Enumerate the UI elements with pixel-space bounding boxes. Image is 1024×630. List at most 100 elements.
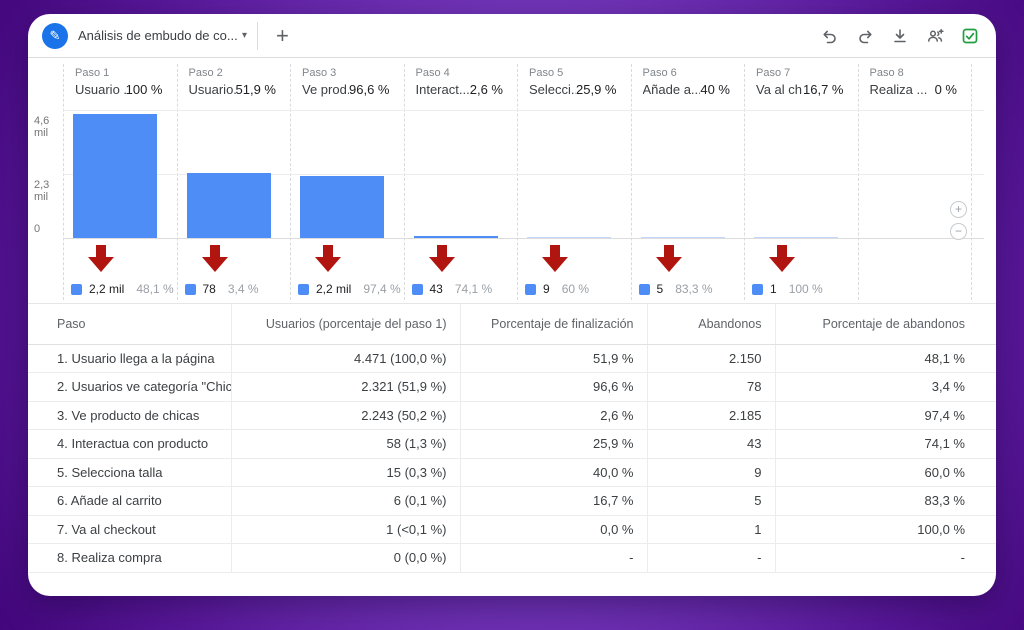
- value-cell: 5: [647, 487, 775, 516]
- value-cell: 4.471 (100,0 %): [231, 344, 460, 373]
- value-cell: 74,1 %: [775, 430, 996, 459]
- funnel-chart: 4,6 mil 2,3 mil 0 Paso 1Usuario ...100 %…: [28, 58, 996, 304]
- step-name: Añade a...: [643, 82, 701, 97]
- redo-icon[interactable]: [853, 24, 877, 48]
- step-label: Paso 7: [756, 67, 844, 79]
- step-cell: 4. Interactua con producto: [28, 430, 231, 459]
- funnel-step-header[interactable]: Paso 8Realiza ...0 %: [858, 58, 972, 104]
- step-completion-rate: 40 %: [700, 82, 730, 97]
- download-icon[interactable]: [888, 24, 912, 48]
- funnel-table: PasoUsuarios (porcentaje del paso 1)Porc…: [28, 304, 996, 573]
- abandon-count: 2,2 mil: [89, 282, 124, 296]
- report-tab[interactable]: ✎ Análisis de embudo de co... ▾: [28, 14, 257, 57]
- gridline-baseline: [63, 238, 984, 239]
- legend-swatch: [71, 284, 82, 295]
- value-cell: 60,0 %: [775, 458, 996, 487]
- funnel-table-section: PasoUsuarios (porcentaje del paso 1)Porc…: [28, 304, 996, 573]
- value-cell: 25,9 %: [460, 430, 647, 459]
- app-window: ✎ Análisis de embudo de co... ▾ +: [28, 14, 996, 596]
- table-row[interactable]: 2. Usuarios ve categoría "Chicas"2.321 (…: [28, 373, 996, 402]
- y-axis-tick: 0: [34, 223, 64, 235]
- funnel-bar[interactable]: [73, 114, 157, 238]
- tab-title: Análisis de embudo de co...: [78, 28, 228, 43]
- value-cell: 2.321 (51,9 %): [231, 373, 460, 402]
- step-label: Paso 5: [529, 67, 617, 79]
- table-row[interactable]: 3. Ve producto de chicas2.243 (50,2 %)2,…: [28, 401, 996, 430]
- zoom-out-icon[interactable]: −: [950, 223, 967, 240]
- funnel-step-header[interactable]: Paso 3Ve prod...96,6 %: [290, 58, 404, 104]
- abandon-arrow-icon: [542, 245, 568, 272]
- abandon-legend: 2,2 mil97,4 %: [298, 282, 401, 296]
- funnel-step-header[interactable]: Paso 1Usuario ...100 %: [63, 58, 177, 104]
- table-column-header: Paso: [28, 304, 231, 344]
- table-row[interactable]: 5. Selecciona talla15 (0,3 %)40,0 %960,0…: [28, 458, 996, 487]
- value-cell: 6 (0,1 %): [231, 487, 460, 516]
- funnel-step-header[interactable]: Paso 5 Selecci...25,9 %: [517, 58, 631, 104]
- value-cell: 1 (<0,1 %): [231, 515, 460, 544]
- legend-swatch: [412, 284, 423, 295]
- funnel-bar[interactable]: [187, 173, 271, 238]
- saved-check-icon[interactable]: [958, 24, 982, 48]
- abandon-legend: 1 100 %: [752, 282, 823, 296]
- share-users-icon[interactable]: [923, 24, 947, 48]
- value-cell: 51,9 %: [460, 344, 647, 373]
- toolbar: [818, 24, 996, 48]
- edit-icon: ✎: [42, 23, 68, 49]
- abandon-legend: 43 74,1 %: [412, 282, 493, 296]
- funnel-bar[interactable]: [414, 236, 498, 238]
- legend-swatch: [639, 284, 650, 295]
- value-cell: -: [775, 544, 996, 573]
- step-label: Paso 4: [416, 67, 504, 79]
- step-cell: 5. Selecciona talla: [28, 458, 231, 487]
- abandon-pct: 60 %: [562, 282, 589, 296]
- desktop-background: ✎ Análisis de embudo de co... ▾ +: [0, 0, 1024, 630]
- zoom-in-icon[interactable]: +: [950, 201, 967, 218]
- value-cell: 78: [647, 373, 775, 402]
- funnel-step-header[interactable]: Paso 7Va al ch...16,7 %: [744, 58, 858, 104]
- step-name: Va al ch...: [756, 82, 803, 97]
- value-cell: 2.150: [647, 344, 775, 373]
- y-axis-tick: 4,6 mil: [34, 115, 64, 139]
- step-cell: 1. Usuario llega a la página: [28, 344, 231, 373]
- value-cell: 1: [647, 515, 775, 544]
- value-cell: 16,7 %: [460, 487, 647, 516]
- table-column-header: Porcentaje de abandonos: [775, 304, 996, 344]
- funnel-bar[interactable]: [754, 237, 838, 239]
- abandon-count: 78: [203, 282, 216, 296]
- abandon-count: 1: [770, 282, 777, 296]
- abandon-arrow-icon: [656, 245, 682, 272]
- abandon-arrow-icon: [769, 245, 795, 272]
- table-row[interactable]: 1. Usuario llega a la página4.471 (100,0…: [28, 344, 996, 373]
- step-completion-rate: 2,6 %: [470, 82, 503, 97]
- funnel-bar[interactable]: [641, 237, 725, 239]
- abandon-count: 5: [657, 282, 664, 296]
- funnel-bar[interactable]: [300, 176, 384, 238]
- value-cell: 100,0 %: [775, 515, 996, 544]
- abandon-pct: 100 %: [789, 282, 823, 296]
- table-row[interactable]: 4. Interactua con producto58 (1,3 %)25,9…: [28, 430, 996, 459]
- table-row[interactable]: 6. Añade al carrito6 (0,1 %)16,7 %583,3 …: [28, 487, 996, 516]
- legend-swatch: [525, 284, 536, 295]
- table-row[interactable]: 8. Realiza compra0 (0,0 %)---: [28, 544, 996, 573]
- step-completion-rate: 100 %: [126, 82, 163, 97]
- funnel-step-header[interactable]: Paso 6Añade a...40 %: [631, 58, 745, 104]
- undo-icon[interactable]: [818, 24, 842, 48]
- funnel-step-header[interactable]: Paso 2Usuario...51,9 %: [177, 58, 291, 104]
- step-completion-rate: 25,9 %: [576, 82, 616, 97]
- abandon-legend: 583,3 %: [639, 282, 713, 296]
- abandon-pct: 74,1 %: [455, 282, 492, 296]
- step-completion-rate: 96,6 %: [349, 82, 389, 97]
- funnel-step-header[interactable]: Paso 4Interact...2,6 %: [404, 58, 518, 104]
- value-cell: 83,3 %: [775, 487, 996, 516]
- step-name: Selecci...: [529, 82, 576, 97]
- abandon-pct: 3,4 %: [228, 282, 259, 296]
- y-axis-tick: 2,3 mil: [34, 179, 64, 203]
- step-label: Paso 1: [75, 67, 163, 79]
- chevron-down-icon[interactable]: ▾: [242, 30, 247, 41]
- abandon-legend: 78 3,4 %: [185, 282, 259, 296]
- table-row[interactable]: 7. Va al checkout1 (<0,1 %)0,0 %1100,0 %: [28, 515, 996, 544]
- funnel-bar[interactable]: [527, 237, 611, 239]
- abandon-count: 43: [430, 282, 443, 296]
- value-cell: 40,0 %: [460, 458, 647, 487]
- add-tab-button[interactable]: +: [258, 14, 307, 57]
